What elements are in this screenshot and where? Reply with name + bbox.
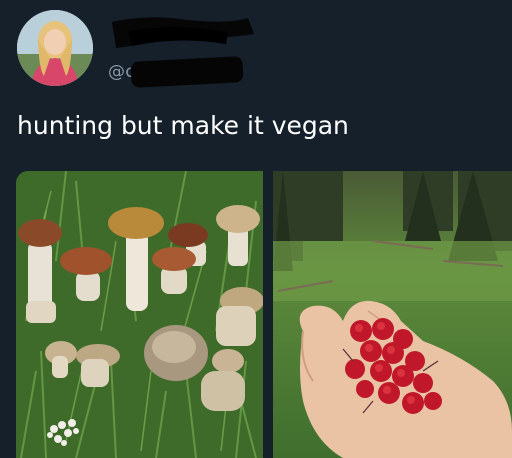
media-grid — [16, 171, 512, 458]
media-photo-mushrooms[interactable] — [16, 171, 263, 458]
berries-image — [273, 171, 512, 458]
tweet-card: @c hunting but make it vegan — [0, 0, 512, 458]
tweet-text: hunting but make it vegan — [17, 111, 349, 140]
handle-redaction — [130, 56, 244, 88]
handle-row: @c — [108, 56, 244, 88]
media-photo-berries[interactable] — [273, 171, 512, 458]
display-name-redaction — [112, 17, 254, 48]
avatar[interactable] — [17, 10, 93, 86]
mushrooms-image — [16, 171, 263, 458]
avatar-photo — [17, 10, 93, 86]
